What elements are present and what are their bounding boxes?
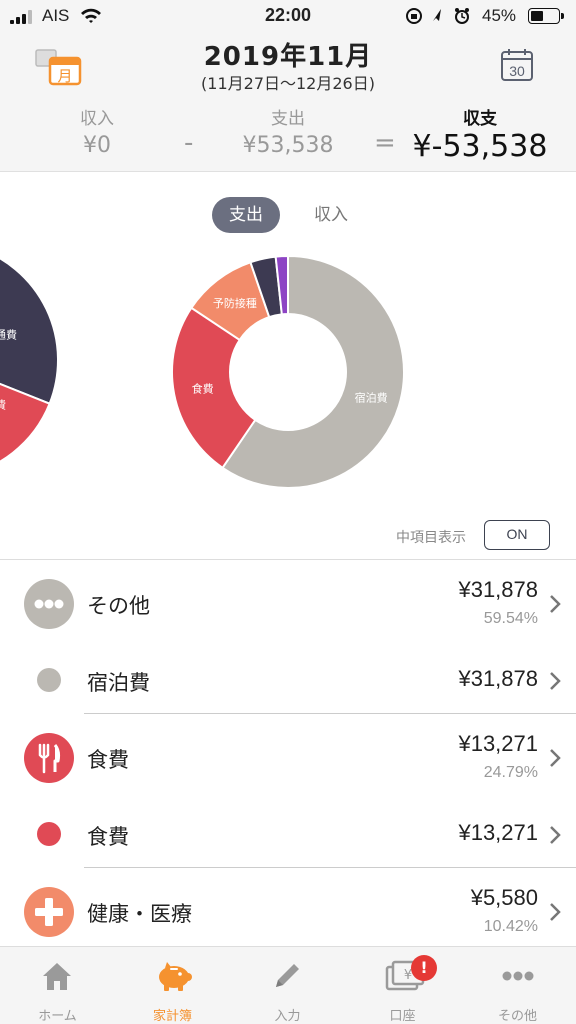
more-dots-icon (24, 579, 74, 629)
category-name: 食費 (87, 748, 129, 772)
fork-knife-icon (24, 733, 74, 783)
category-percent: 24.79% (483, 764, 538, 781)
category-percent: 10.42% (483, 918, 538, 935)
previous-period-chart[interactable]: 通費食費 (0, 247, 59, 477)
minus-sign: - (184, 128, 194, 158)
battery-percent: 45% (482, 6, 517, 25)
period-range: (11月27日～12月26日) (201, 74, 375, 93)
category-row-food-sub[interactable]: 食費 ¥13,271 (0, 791, 576, 868)
medical-cross-icon (24, 887, 74, 937)
category-name: 宿泊費 (87, 671, 150, 695)
home-icon (43, 963, 71, 990)
expense-label: 支出 (271, 109, 305, 129)
category-row-other[interactable]: その他 ¥31,878 59.54% (0, 560, 576, 637)
battery-icon (528, 8, 564, 24)
balance-value: ¥-53,538 (412, 129, 548, 164)
income-tab[interactable]: 収入 (302, 197, 360, 233)
svg-text:30: 30 (509, 63, 525, 79)
slice-label: 食費 (192, 382, 214, 396)
tab-label: 入力 (274, 1009, 301, 1024)
chevron-right-icon (550, 672, 561, 690)
chevron-right-icon (550, 595, 561, 613)
tab-label: 口座 (389, 1009, 416, 1024)
side-chart-label: 食費 (0, 397, 6, 411)
chevron-right-icon (550, 826, 561, 844)
balance-summary: 収支 ¥-53,538 (410, 104, 550, 164)
expense-tab[interactable]: 支出 (212, 197, 280, 233)
equals-sign: = (374, 128, 396, 158)
more-dots-icon (502, 971, 534, 981)
income-label: 収入 (80, 109, 114, 129)
category-row-lodging[interactable]: 宿泊費 ¥31,878 (0, 637, 576, 714)
category-name: 健康・医療 (87, 902, 192, 926)
category-name: 食費 (87, 825, 129, 849)
color-dot-icon (37, 668, 61, 692)
status-bar: AIS 22:00 45% (0, 0, 576, 32)
page-title[interactable]: 2019年11月 (0, 36, 576, 73)
tab-input[interactable]: 入力 (230, 947, 345, 1024)
side-chart-slice (0, 257, 59, 405)
slice-label: 予防接種 (213, 296, 257, 310)
sub-item-label: 中項目表示 (396, 530, 466, 546)
category-percent: 59.54% (483, 610, 538, 627)
chevron-right-icon (550, 903, 561, 921)
chevron-right-icon (550, 749, 561, 767)
status-icons (406, 8, 469, 24)
tab-label: ホーム (38, 1009, 77, 1024)
tab-home[interactable]: ホーム (0, 947, 115, 1024)
sub-item-toggle[interactable]: ON (484, 520, 550, 550)
expense-summary: 支出 ¥53,538 (230, 104, 346, 158)
calendar-icon[interactable]: 30 (500, 48, 534, 82)
pencil-icon (276, 964, 299, 987)
expense-value: ¥53,538 (242, 133, 334, 158)
balance-label: 収支 (463, 109, 497, 129)
income-summary: 収入 ¥0 (62, 104, 132, 158)
summary-header: 月 2019年11月 (11月27日～12月26日) 30 収入 ¥0 - 支出… (0, 32, 576, 172)
side-chart-label: 通費 (0, 327, 17, 341)
slice-label: 宿泊費 (355, 391, 388, 405)
category-amount: ¥5,580 (470, 885, 538, 910)
tab-label: 家計簿 (152, 1009, 192, 1024)
category-row-food[interactable]: 食費 ¥13,271 24.79% (0, 714, 576, 791)
tab-label: その他 (497, 1009, 537, 1024)
category-amount: ¥13,271 (458, 731, 538, 756)
tab-accounts[interactable]: ¥ ! 口座 (345, 947, 460, 1024)
tab-bar: ホーム 家計簿 入力 ¥ ! 口座 その他 (0, 946, 576, 1024)
piggy-bank-icon (159, 962, 192, 991)
tab-household-book[interactable]: 家計簿 (115, 947, 230, 1024)
income-value: ¥0 (83, 133, 111, 158)
notification-badge: ! (411, 955, 437, 981)
category-amount: ¥13,271 (458, 820, 538, 845)
color-dot-icon (37, 822, 61, 846)
category-amount: ¥31,878 (458, 666, 538, 691)
category-amount: ¥31,878 (458, 577, 538, 602)
category-row-health[interactable]: 健康・医療 ¥5,580 10.42% (0, 868, 576, 945)
category-name: その他 (87, 594, 150, 618)
expense-donut-chart[interactable]: 通費食費 宿泊費 食費 予防接種 (0, 240, 576, 510)
tab-more[interactable]: その他 (460, 947, 575, 1024)
